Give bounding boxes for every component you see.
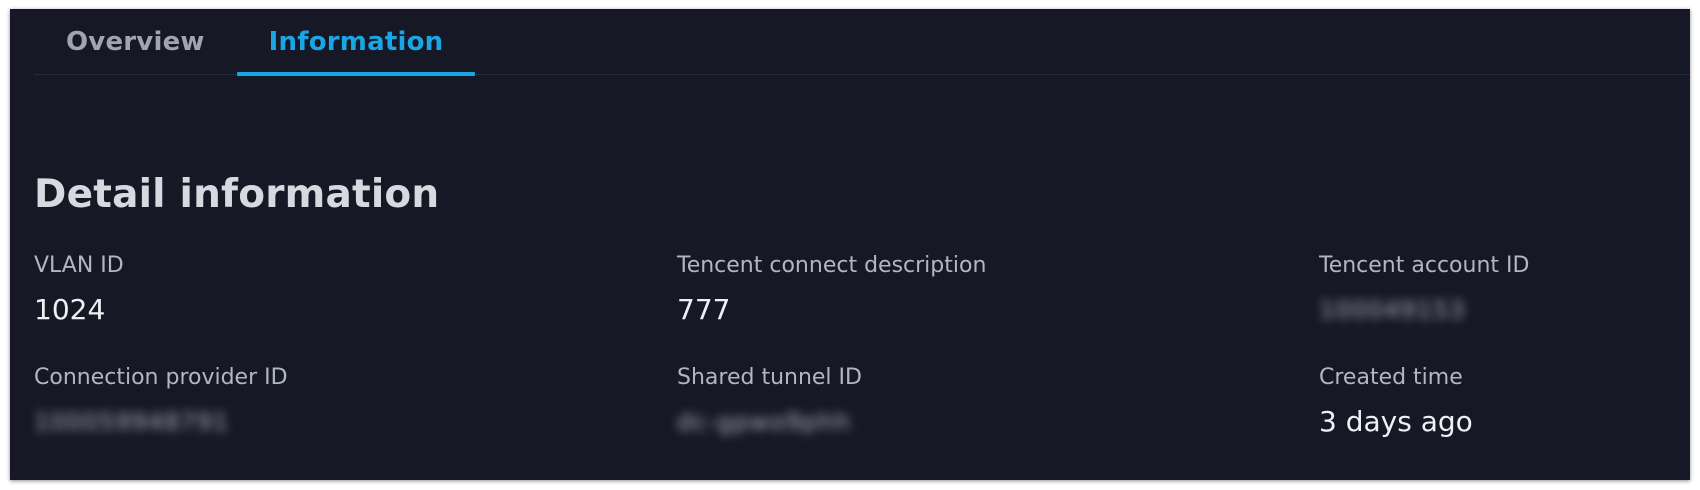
field-tencent-account-id: Tencent account ID 100049153 (1319, 251, 1700, 327)
section-title: Detail information (34, 172, 440, 217)
field-label: Tencent account ID (1319, 253, 1530, 278)
field-value: 1024 (34, 293, 106, 326)
field-label: Shared tunnel ID (677, 365, 862, 390)
field-value-redacted: dc-gpwo9phh (677, 408, 851, 436)
tab-overview[interactable]: Overview (34, 9, 237, 74)
detail-panel: Overview Information Detail information … (10, 9, 1690, 480)
field-created-time: Created time 3 days ago (1319, 363, 1700, 439)
field-label: Created time (1319, 365, 1463, 390)
field-value: 777 (677, 293, 731, 326)
field-connection-provider-id: Connection provider ID 100059948791 (34, 363, 594, 439)
field-value-redacted: 100059948791 (34, 408, 230, 436)
field-shared-tunnel-id: Shared tunnel ID dc-gpwo9phh (677, 363, 1237, 439)
tab-information[interactable]: Information (236, 9, 476, 76)
field-label: Tencent connect description (677, 253, 987, 278)
field-tencent-connect-description: Tencent connect description 777 (677, 251, 1237, 327)
field-label: VLAN ID (34, 253, 124, 278)
tab-information-label: Information (268, 26, 444, 57)
field-label: Connection provider ID (34, 365, 288, 390)
field-value: 3 days ago (1319, 405, 1473, 438)
field-value-redacted: 100049153 (1319, 296, 1466, 324)
field-vlan-id: VLAN ID 1024 (34, 251, 594, 327)
tab-bar: Overview Information (34, 9, 1690, 76)
tab-overview-label: Overview (66, 26, 205, 57)
